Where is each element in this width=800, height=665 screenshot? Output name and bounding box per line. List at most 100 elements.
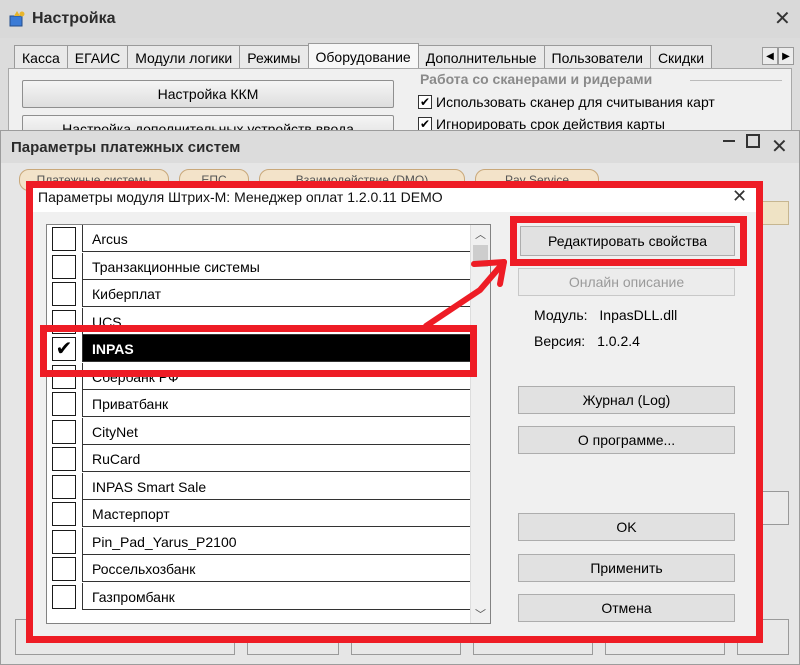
- list-item-checkbox[interactable]: [52, 254, 76, 279]
- tab-scroll: ◀ ▶: [762, 47, 794, 65]
- list-item-checkbox[interactable]: [52, 392, 76, 416]
- scroll-up-icon[interactable]: ︿: [471, 225, 490, 243]
- module-info: Модуль: InpasDLL.dll: [534, 307, 677, 323]
- list-item-checkbox[interactable]: [52, 474, 76, 499]
- list-item[interactable]: INPAS Smart Sale: [47, 472, 471, 500]
- online-description-button[interactable]: Онлайн описание: [518, 268, 735, 296]
- grid-line: [82, 225, 83, 252]
- list-item-label: Мастерпорт: [92, 506, 170, 522]
- list-item[interactable]: Приватбанк: [47, 390, 471, 417]
- app-icon: [8, 10, 26, 28]
- module-value: InpasDLL.dll: [599, 307, 678, 323]
- version-info: Версия: 1.0.2.4: [534, 333, 640, 349]
- scroll-thumb[interactable]: [473, 245, 488, 267]
- tab-equipment[interactable]: Оборудование: [307, 43, 419, 69]
- settings-titlebar: Настройка ✕: [0, 0, 800, 38]
- list-item-checkbox[interactable]: [52, 557, 76, 581]
- tab-kassa[interactable]: Касса: [14, 45, 68, 69]
- settings-close-icon[interactable]: ✕: [774, 9, 791, 29]
- cancel-button[interactable]: Отмена: [518, 594, 735, 622]
- maximize-icon[interactable]: [746, 134, 760, 148]
- grid-line: [82, 582, 83, 610]
- list-item-label: Россельхозбанк: [92, 561, 196, 577]
- list-item[interactable]: Arcus: [47, 225, 471, 252]
- list-item[interactable]: Газпромбанк: [47, 582, 471, 610]
- list-item-label: Сбербанк РФ: [92, 368, 179, 385]
- grid-line: [82, 417, 83, 445]
- tab-users[interactable]: Пользователи: [543, 45, 651, 69]
- list-item[interactable]: Сбербанк РФ: [47, 362, 471, 390]
- list-item-label: UCS: [92, 313, 122, 330]
- grid-line: [82, 335, 83, 362]
- payment-systems-title: Параметры платежных систем: [11, 138, 241, 156]
- module-params-close-icon[interactable]: ✕: [732, 187, 747, 205]
- tab-scroll-left-icon[interactable]: ◀: [762, 47, 778, 65]
- ok-button[interactable]: OK: [518, 513, 735, 541]
- grid-line: [82, 527, 83, 555]
- selection-highlight: [82, 335, 471, 362]
- list-item[interactable]: Киберплат: [47, 280, 471, 307]
- list-item[interactable]: CityNet: [47, 417, 471, 445]
- journal-button[interactable]: Журнал (Log): [518, 386, 735, 414]
- group-divider: [690, 80, 782, 81]
- grid-line: [82, 362, 83, 390]
- tab-additional[interactable]: Дополнительные: [417, 45, 545, 69]
- list-item-label: CityNet: [92, 423, 138, 440]
- list-item[interactable]: Россельхозбанк: [47, 555, 471, 582]
- list-item-checkbox[interactable]: [52, 227, 76, 251]
- list-item-label: Arcus: [92, 231, 128, 247]
- tab-scroll-right-icon[interactable]: ▶: [778, 47, 794, 65]
- edit-properties-button[interactable]: Редактировать свойства: [520, 226, 735, 256]
- list-item-checkbox[interactable]: [52, 502, 76, 526]
- list-item-checkbox[interactable]: [52, 364, 76, 389]
- grid-line: [82, 555, 83, 582]
- ignore-expiry-checkbox[interactable]: ✔: [418, 117, 432, 131]
- module-label: Модуль:: [534, 307, 588, 323]
- payment-systems-close-icon[interactable]: ✕: [771, 137, 788, 157]
- use-scanner-checkbox[interactable]: ✔: [418, 95, 432, 109]
- list-item-checkbox[interactable]: [52, 419, 76, 444]
- list-item-checkbox[interactable]: [52, 282, 76, 306]
- list-item-checkbox[interactable]: [52, 584, 76, 609]
- list-item-checkbox[interactable]: ✔: [52, 337, 76, 361]
- tab-egais[interactable]: ЕГАИС: [66, 45, 129, 69]
- grid-line: [82, 472, 83, 500]
- list-item[interactable]: RuCard: [47, 445, 471, 472]
- kkm-settings-button[interactable]: Настройка ККМ: [22, 80, 394, 108]
- list-item-label: Газпромбанк: [92, 588, 175, 605]
- scanner-group-title: Работа со сканерами и ридерами: [420, 71, 653, 87]
- list-item[interactable]: Транзакционные системы: [47, 252, 471, 280]
- list-item[interactable]: UCS: [47, 307, 471, 335]
- grid-line: [82, 252, 83, 280]
- list-item-label: RuCard: [92, 451, 141, 467]
- module-params-dialog: Параметры модуля Штрих-М: Менеджер оплат…: [32, 182, 757, 637]
- settings-title: Настройка: [32, 10, 116, 27]
- payment-systems-list[interactable]: Arcus Транзакционные системы Киберплат UCS ✔…: [46, 224, 491, 624]
- list-item-checkbox[interactable]: [52, 529, 76, 554]
- payment-systems-titlebar: Параметры платежных систем: [1, 131, 799, 163]
- list-item-checkbox[interactable]: [52, 447, 76, 471]
- list-item-checkbox[interactable]: [52, 309, 76, 334]
- list-item[interactable]: Мастерпорт: [47, 500, 471, 527]
- list-item[interactable]: ✔ INPAS: [47, 335, 471, 362]
- about-button[interactable]: О программе...: [518, 426, 735, 454]
- use-scanner-option[interactable]: ✔ Использовать сканер для считывания кар…: [418, 94, 715, 110]
- minimize-icon[interactable]: [723, 140, 735, 142]
- list-item[interactable]: Pin_Pad_Yarus_P2100: [47, 527, 471, 555]
- apply-button[interactable]: Применить: [518, 554, 735, 582]
- list-scrollbar[interactable]: ︿ ﹀: [470, 225, 490, 623]
- version-value: 1.0.2.4: [597, 333, 640, 349]
- list-item-label: Транзакционные системы: [92, 258, 260, 275]
- grid-line: [82, 445, 83, 472]
- grid-line: [82, 608, 471, 610]
- list-item-label: Pin_Pad_Yarus_P2100: [92, 533, 237, 550]
- module-params-titlebar: Параметры модуля Штрих-М: Менеджер оплат…: [32, 182, 757, 212]
- list-item-label: INPAS: [92, 341, 134, 357]
- module-params-title: Параметры модуля Штрих-М: Менеджер оплат…: [38, 189, 443, 205]
- grid-line: [82, 280, 83, 307]
- tab-discounts[interactable]: Скидки: [649, 45, 713, 69]
- tab-logic-modules[interactable]: Модули логики: [127, 45, 241, 69]
- list-item-label: INPAS Smart Sale: [92, 478, 207, 495]
- tab-modes[interactable]: Режимы: [239, 45, 309, 69]
- scroll-down-icon[interactable]: ﹀: [471, 605, 490, 623]
